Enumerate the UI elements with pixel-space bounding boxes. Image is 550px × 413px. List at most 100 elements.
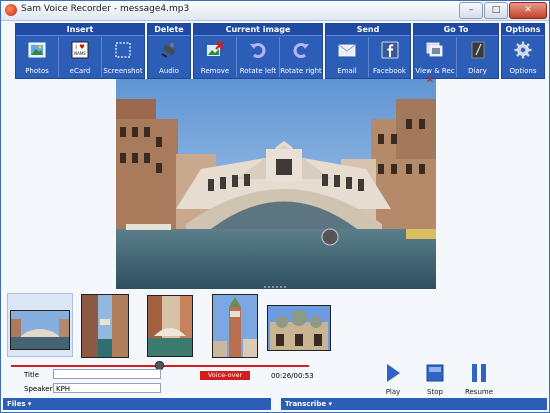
remove-image-icon: [207, 41, 224, 56]
thumbnail-1[interactable]: [7, 293, 73, 357]
screenshot-label: Screenshot: [103, 67, 143, 75]
photos-label: Photos: [25, 67, 49, 75]
maximize-button[interactable]: □: [484, 2, 508, 19]
minimize-button[interactable]: –: [459, 2, 483, 19]
playhead-marker[interactable]: [321, 228, 339, 246]
window-title: Sam Voice Recorder - message4.mp3: [21, 4, 190, 14]
current-image-group: Current image Remove Rotate left Rotate …: [193, 23, 323, 79]
thumbnail-3[interactable]: [143, 293, 207, 357]
insert-group-header: Insert: [16, 24, 144, 36]
title-bar: Sam Voice Recorder - message4.mp3 – □ ✕: [1, 1, 549, 21]
ecard-label: eCard: [69, 67, 91, 75]
thumbnail-strip: [1, 286, 549, 359]
transcribe-panel-toggle[interactable]: Transcribe ▾: [281, 398, 547, 410]
delete-audio-button[interactable]: Audio: [148, 37, 190, 77]
options-button[interactable]: Options: [502, 37, 544, 77]
thumbnail-5[interactable]: [265, 293, 333, 355]
ecard-heart-text: I ♥: [75, 43, 85, 51]
email-button[interactable]: Email: [326, 37, 368, 77]
time-readout: 00:26/00:53: [271, 372, 314, 380]
app-icon: [5, 4, 17, 16]
thumbnail-image: [212, 294, 258, 358]
delete-group-header: Delete: [148, 24, 190, 36]
play-button[interactable]: Play: [373, 361, 413, 397]
goto-group: Go To View & Rec Diary: [413, 23, 499, 79]
screenshot-icon: [115, 42, 131, 58]
playback-controls: Title Speaker KPH Voice-over 00:26/00:53…: [1, 359, 549, 397]
screenshot-button[interactable]: Screenshot: [102, 37, 144, 77]
goto-group-header: Go To: [414, 24, 498, 36]
splitter-grip[interactable]: [264, 286, 286, 292]
stop-icon: [426, 364, 444, 382]
resume-label: Resume: [464, 388, 494, 396]
thumbnail-image: [81, 294, 129, 358]
view-rec-icon: [426, 42, 443, 57]
rotate-right-icon: [293, 43, 309, 58]
ecard-button[interactable]: I ♥ NAME eCard: [59, 37, 101, 77]
play-icon: [387, 364, 400, 382]
rotate-right-button[interactable]: Rotate right: [280, 37, 322, 77]
rotate-right-label: Rotate right: [280, 67, 322, 75]
rotate-left-label: Rotate left: [239, 67, 277, 75]
delete-group: Delete Audio: [147, 23, 191, 79]
close-button[interactable]: ✕: [509, 2, 547, 19]
thumbnail-image: [267, 305, 331, 351]
insert-group: Insert Photos I ♥ NAME eCard Screenshot: [15, 23, 145, 79]
remove-image-button[interactable]: Remove: [194, 37, 236, 77]
thumbnail-2[interactable]: [75, 293, 139, 358]
thumbnail-image: [147, 295, 193, 357]
view-rec-label: View & Rec: [415, 67, 455, 75]
campanile-thumb: [213, 295, 257, 357]
options-group: Options Options: [501, 23, 545, 79]
send-group: Send Email Facebook: [325, 23, 411, 79]
gear-icon: [514, 41, 532, 59]
basilica-thumb: [268, 306, 330, 350]
facebook-button[interactable]: Facebook: [369, 37, 410, 77]
resume-button[interactable]: Resume: [459, 361, 499, 397]
bridge-canal-thumb: [148, 296, 192, 356]
rotate-left-icon: [250, 43, 266, 58]
rotate-left-button[interactable]: Rotate left: [237, 37, 279, 77]
image-viewer: ✕: [1, 76, 549, 289]
current-photo[interactable]: [116, 79, 436, 289]
send-group-header: Send: [326, 24, 410, 36]
ecard-icon: I ♥ NAME: [71, 41, 89, 59]
ecard-name-text: NAME: [74, 51, 86, 56]
facebook-icon: [381, 41, 398, 59]
thumbnail-4[interactable]: [207, 293, 271, 358]
thumbnail-image: [10, 310, 70, 350]
stop-label: Stop: [427, 388, 443, 396]
photo-icon: [28, 42, 46, 58]
play-label: Play: [385, 388, 401, 396]
close-photo-icon[interactable]: ✕: [425, 76, 435, 86]
email-label: Email: [337, 67, 357, 75]
facebook-label: Facebook: [373, 67, 406, 75]
rialto-thumb: [11, 311, 69, 349]
app-window: Sam Voice Recorder - message4.mp3 – □ ✕ …: [0, 0, 550, 413]
files-panel-toggle[interactable]: Files ▾: [3, 398, 271, 410]
title-label: Title: [24, 371, 40, 379]
toolbar-ribbon: Insert Photos I ♥ NAME eCard Screenshot …: [1, 21, 549, 79]
current-image-group-header: Current image: [194, 24, 322, 36]
title-input[interactable]: [53, 369, 161, 379]
diary-icon: [471, 41, 484, 59]
speaker-input[interactable]: KPH: [53, 383, 161, 393]
pause-icon: [472, 364, 486, 382]
delete-audio-label: Audio: [159, 67, 179, 75]
delete-audio-icon: [161, 42, 175, 58]
diary-button[interactable]: Diary: [457, 37, 498, 77]
options-group-header: Options: [502, 24, 544, 36]
window-controls: – □ ✕: [459, 2, 547, 19]
speaker-label: Speaker: [24, 385, 53, 393]
remove-label: Remove: [200, 67, 230, 75]
canal-thumb: [82, 295, 128, 357]
stop-button[interactable]: Stop: [415, 361, 455, 397]
rialto-bridge-photo: [116, 79, 436, 289]
diary-label: Diary: [468, 67, 487, 75]
bottom-panel-bar: Files ▾ Transcribe ▾: [1, 398, 549, 412]
email-icon: [338, 44, 356, 57]
options-label: Options: [509, 67, 537, 75]
voice-over-badge[interactable]: Voice-over: [200, 371, 250, 380]
photos-button[interactable]: Photos: [16, 37, 58, 77]
view-rec-button[interactable]: View & Rec: [414, 37, 456, 77]
